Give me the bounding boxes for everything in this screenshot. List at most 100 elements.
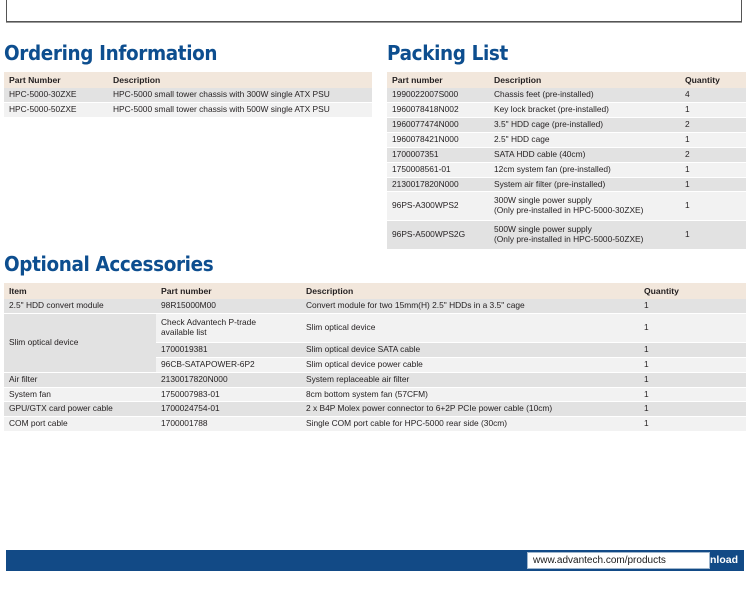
column-header-part-number: Part number	[387, 72, 489, 89]
cell-part-number: 1700019381	[156, 342, 301, 358]
cell-quantity: 1	[639, 357, 746, 373]
cell-description: Slim optical device power cable	[301, 357, 639, 373]
cell-quantity: 1	[680, 220, 746, 251]
column-header-part-number: Part number	[156, 283, 301, 300]
cell-part-number: 1990022007S000	[387, 88, 489, 104]
table-header-row: Part Number Description	[4, 72, 372, 89]
table-row: HPC-5000-30ZXE HPC-5000 small tower chass…	[4, 88, 372, 104]
cell-description: Single COM port cable for HPC-5000 rear …	[301, 416, 639, 433]
cell-part-number: 1960078418N002	[387, 102, 489, 118]
cell-quantity: 1	[680, 102, 746, 118]
section-heading-ordering-information: Ordering Information	[4, 41, 218, 65]
cell-description: 2 x B4P Molex power connector to 6+2P PC…	[301, 401, 639, 418]
column-header-item: Item	[4, 283, 156, 300]
cell-description: 3.5" HDD cage (pre-installed)	[489, 117, 680, 133]
online-download-url[interactable]: www.advantech.com/products	[527, 552, 710, 569]
cell-description: 300W single power supply (Only pre-instal…	[489, 191, 680, 222]
cell-part-number: 1700007351	[387, 147, 489, 163]
cell-description: 12cm system fan (pre-installed)	[489, 162, 680, 178]
cell-part-number: HPC-5000-50ZXE	[4, 102, 108, 118]
table-header-row: Part number Description Quantity	[387, 72, 746, 89]
cell-part-number: 1700001788	[156, 416, 301, 433]
cell-part-number: 96PS-A500WPS2G	[387, 220, 489, 251]
cell-quantity: 1	[680, 132, 746, 148]
cell-item: System fan	[4, 387, 156, 403]
accessories-table-body: 2.5" HDD convert module 98R15000M00 Conver…	[4, 299, 746, 433]
section-heading-optional-accessories: Optional Accessories	[4, 252, 214, 276]
cell-quantity: 1	[680, 191, 746, 222]
table-row: 96PS-A500WPS2G 500W single power supply (O…	[387, 220, 746, 251]
cell-description: 2.5" HDD cage	[489, 132, 680, 148]
cell-part-number: 98R15000M00	[156, 299, 301, 315]
cell-quantity: 1	[639, 387, 746, 403]
cell-description: Slim optical device SATA cable	[301, 342, 639, 358]
cell-quantity: 2	[680, 147, 746, 163]
cell-description: 500W single power supply (Only pre-instal…	[489, 220, 680, 251]
column-header-quantity: Quantity	[639, 283, 746, 300]
ordering-table-body: HPC-5000-30ZXE HPC-5000 small tower chass…	[4, 88, 372, 118]
table-row: 1960077474N000 3.5" HDD cage (pre-install…	[387, 117, 746, 133]
cell-quantity: 1	[639, 401, 746, 418]
table-row: 2130017820N000 System air filter (pre-ins…	[387, 177, 746, 193]
cell-description: Key lock bracket (pre-installed)	[489, 102, 680, 118]
cell-quantity: 1	[639, 342, 746, 358]
cell-quantity: 2	[680, 117, 746, 133]
cell-part-number: 1960077474N000	[387, 117, 489, 133]
cell-quantity: 1	[639, 372, 746, 388]
ordering-information-table: Part Number Description HPC-5000-30ZXE HP…	[4, 72, 372, 118]
table-row: Slim optical device Check Advantech P-tra…	[4, 313, 746, 373]
table-row: 1960078421N000 2.5" HDD cage 1	[387, 132, 746, 148]
cell-item: 2.5" HDD convert module	[4, 299, 156, 315]
table-row: GPU/GTX card power cable 1700024754-01 2 x…	[4, 401, 746, 418]
section-heading-packing-list: Packing List	[387, 41, 508, 65]
cell-description: Chassis feet (pre-installed)	[489, 88, 680, 104]
table-row: System fan 1750007983-01 8cm bottom system…	[4, 387, 746, 403]
table-row: COM port cable 1700001788 Single COM port …	[4, 416, 746, 433]
cell-description: System air filter (pre-installed)	[489, 177, 680, 193]
cell-part-number: 96CB-SATAPOWER-6P2	[156, 357, 301, 373]
column-header-part-number: Part Number	[4, 72, 108, 89]
table-row: HPC-5000-50ZXE HPC-5000 small tower chass…	[4, 102, 372, 118]
cell-quantity: 1	[639, 416, 746, 433]
table-row: 1750008561-01 12cm system fan (pre-instal…	[387, 162, 746, 178]
cell-description: HPC-5000 small tower chassis with 300W s…	[108, 88, 372, 104]
cell-description: SATA HDD cable (40cm)	[489, 147, 680, 163]
cell-part-number: 96PS-A300WPS2	[387, 191, 489, 222]
table-row: 96PS-A300WPS2 300W single power supply (On…	[387, 191, 746, 222]
table-row: 1700007351 SATA HDD cable (40cm) 2	[387, 147, 746, 163]
packing-table-body: 1990022007S000 Chassis feet (pre-installe…	[387, 88, 746, 251]
table-row: 1990022007S000 Chassis feet (pre-installe…	[387, 88, 746, 104]
cell-item: Air filter	[4, 372, 156, 388]
column-header-quantity: Quantity	[680, 72, 746, 89]
cell-item: GPU/GTX card power cable	[4, 401, 156, 418]
table-header-row: Item Part number Description Quantity	[4, 283, 746, 300]
table-row: 1960078418N002 Key lock bracket (pre-inst…	[387, 102, 746, 118]
cell-description: 8cm bottom system fan (57CFM)	[301, 387, 639, 403]
column-header-description: Description	[301, 283, 639, 300]
cell-part-number: 1750007983-01	[156, 387, 301, 403]
cell-quantity: 4	[680, 88, 746, 104]
table-row: 2.5" HDD convert module 98R15000M00 Conver…	[4, 299, 746, 315]
cell-part-number: 2130017820N000	[387, 177, 489, 193]
optional-accessories-table: Item Part number Description Quantity 2.…	[4, 283, 746, 433]
cell-part-number: 2130017820N000	[156, 372, 301, 388]
cell-description: HPC-5000 small tower chassis with 500W s…	[108, 102, 372, 118]
cell-part-number: Check Advantech P-trade available list	[156, 313, 301, 343]
cell-quantity: 1	[639, 313, 746, 343]
cell-part-number: 1750008561-01	[387, 162, 489, 178]
packing-list-table: Part number Description Quantity 1990022…	[387, 72, 746, 251]
cell-item: Slim optical device	[4, 313, 156, 373]
cell-part-number: 1700024754-01	[156, 401, 301, 418]
top-cutoff-panel: ⌷	[6, 0, 742, 22]
cell-part-number: HPC-5000-30ZXE	[4, 88, 108, 104]
cell-item: COM port cable	[4, 416, 156, 433]
cell-quantity: 1	[639, 299, 746, 315]
table-row: Air filter 2130017820N000 System replaceab…	[4, 372, 746, 388]
cell-description: Slim optical device	[301, 313, 639, 343]
cell-quantity: 1	[680, 177, 746, 193]
column-header-description: Description	[489, 72, 680, 89]
cell-part-number: 1960078421N000	[387, 132, 489, 148]
cell-description: System replaceable air filter	[301, 372, 639, 388]
column-header-description: Description	[108, 72, 372, 89]
cell-quantity: 1	[680, 162, 746, 178]
